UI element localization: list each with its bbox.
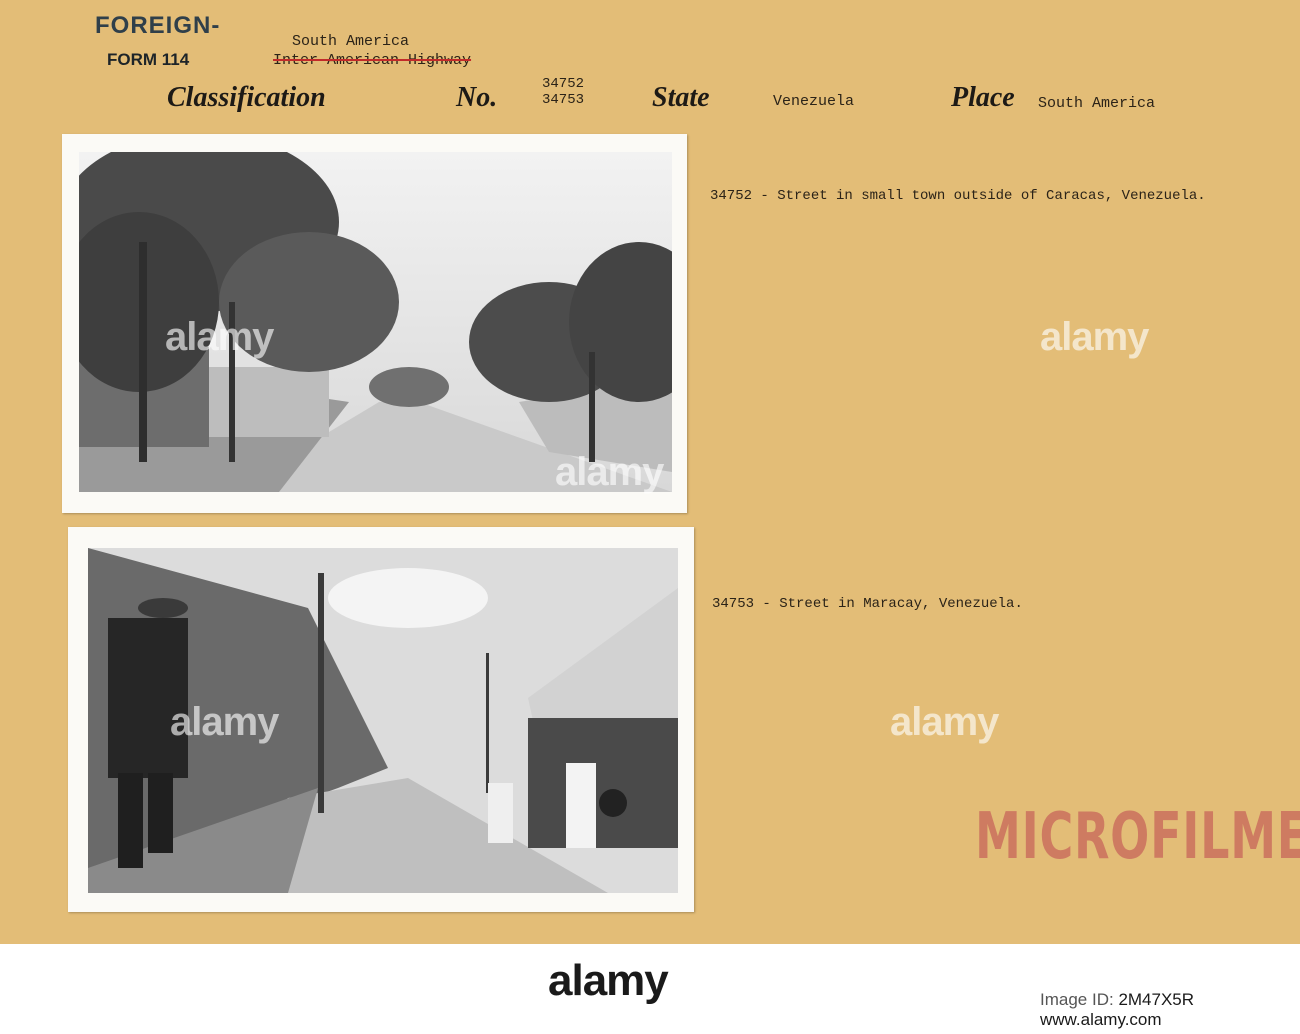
category-title: FOREIGN- xyxy=(95,12,221,39)
watermark-5: alamy xyxy=(890,700,999,744)
photo-caption-1: 34752 - Street in small town outside of … xyxy=(710,188,1206,204)
footer-info: Image ID: 2M47X5R www.alamy.com xyxy=(1040,990,1194,1030)
place-value: South America xyxy=(1038,95,1156,112)
watermark-2: alamy xyxy=(1040,315,1149,359)
photo-mount-2 xyxy=(68,527,694,912)
form-number: FORM 114 xyxy=(107,50,190,69)
footer-site: www.alamy.com xyxy=(1040,1010,1162,1029)
state-value: Venezuela xyxy=(773,93,855,110)
state-label: State xyxy=(652,82,710,113)
microfilmed-stamp: MICROFILMED xyxy=(975,800,1300,874)
watermark-3: alamy xyxy=(555,450,664,494)
record-numbers: 34752 34753 xyxy=(542,76,585,108)
image-id-line: Image ID: 2M47X5R xyxy=(1040,990,1194,1010)
region-note: South America xyxy=(292,33,410,50)
classification-label: Classification xyxy=(167,82,326,113)
image-id-label: Image ID: xyxy=(1040,990,1114,1009)
footer-logo: alamy xyxy=(548,956,669,1005)
number-label: No. xyxy=(456,82,498,113)
image-id-value: 2M47X5R xyxy=(1118,990,1195,1009)
struck-note: Inter American Highway xyxy=(273,52,472,69)
watermark-1: alamy xyxy=(165,315,274,359)
place-label: Place xyxy=(951,82,1015,113)
watermark-4: alamy xyxy=(170,700,279,744)
catalog-card: FOREIGN- FORM 114 South America Inter Am… xyxy=(0,0,1300,944)
photo-caption-2: 34753 - Street in Maracay, Venezuela. xyxy=(712,596,1023,612)
